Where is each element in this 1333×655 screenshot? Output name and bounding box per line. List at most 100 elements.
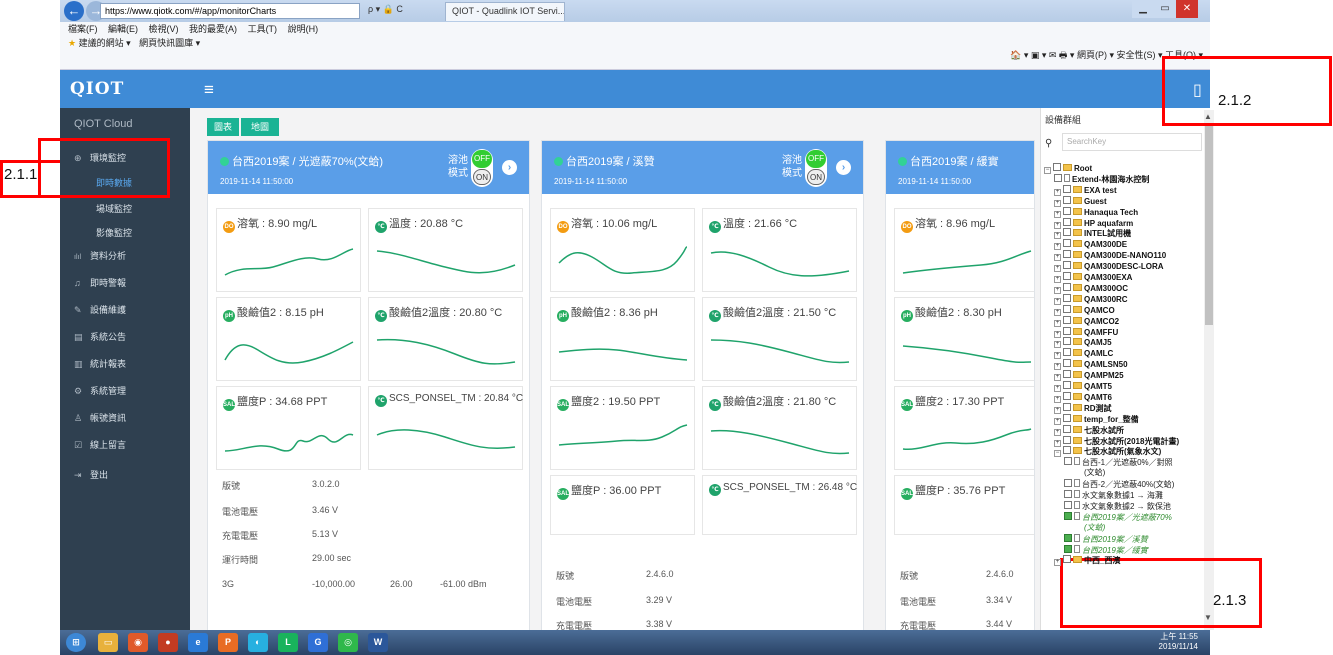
sidebar-item-video-monitor[interactable]: 影像監控	[96, 226, 132, 239]
map-view-button[interactable]: 地圖	[241, 118, 279, 136]
tree-node[interactable]: (文蛤)	[1084, 523, 1105, 533]
chart-view-button[interactable]: 圖表	[207, 118, 239, 136]
menu-help[interactable]: 說明(H)	[288, 24, 319, 34]
tree-node[interactable]: 水文氣象數據2 → 飲保池	[1064, 500, 1171, 512]
checkbox[interactable]	[1063, 424, 1071, 433]
tree-node[interactable]: + 七股水試所	[1054, 424, 1124, 436]
sidebar-item-system[interactable]: ⚙ 系統管理	[74, 382, 184, 400]
tree-node[interactable]: 台西-1／光遮蔽0%／對照	[1064, 457, 1173, 468]
tree-node[interactable]: + QAM300DE-NANO110	[1054, 250, 1166, 262]
next-arrow-icon[interactable]: ›	[502, 160, 517, 175]
expand-icon[interactable]: +	[1054, 559, 1061, 567]
checkbox[interactable]	[1063, 304, 1071, 313]
checkbox[interactable]	[1063, 326, 1071, 335]
checkbox[interactable]	[1063, 555, 1071, 564]
tree-node[interactable]: + INTEL試用機	[1054, 228, 1131, 240]
app-icon[interactable]: G	[308, 633, 328, 652]
address-bar[interactable]: https://www.qiotk.com/#/app/monitorChart…	[100, 3, 360, 19]
tree-node[interactable]: Extend-林園海水控制	[1054, 173, 1149, 185]
fav-gallery[interactable]: 網頁快訊圖庫 ▾	[139, 38, 200, 48]
menu-edit[interactable]: 編輯(E)	[108, 24, 138, 34]
word-icon[interactable]: W	[368, 633, 388, 652]
sidebar-item-field-monitor[interactable]: 場域監控	[96, 202, 132, 215]
tree-node[interactable]: + HP aquafarm	[1054, 217, 1133, 229]
expand-icon[interactable]: −	[1054, 450, 1061, 458]
tree-node[interactable]: (文蛤)	[1084, 468, 1105, 478]
tree-node[interactable]: + QAM300DESC-LORA	[1054, 261, 1164, 273]
tree-node[interactable]: + QAM300RC	[1054, 293, 1128, 305]
expand-icon[interactable]: −	[1044, 167, 1051, 174]
card-title[interactable]: 台西2019案 / 光遮蔽70%(文蛤)	[220, 153, 383, 169]
folder-icon[interactable]: ▭	[98, 633, 118, 652]
clock[interactable]: 上午 11:55 2019/11/14	[1159, 632, 1198, 652]
checkbox[interactable]	[1063, 228, 1071, 237]
tree-node[interactable]: + QAMT6	[1054, 391, 1112, 403]
sidebar-item-alerts[interactable]: ♫ 即時警報	[74, 274, 184, 292]
checkbox[interactable]	[1063, 261, 1071, 270]
ie-icon[interactable]: e	[188, 633, 208, 652]
browser-tab[interactable]: QIOT - Quadlink IOT Servi...	[445, 2, 565, 21]
checkbox[interactable]	[1063, 250, 1071, 259]
fav-suggested[interactable]: 建議的網站 ▾	[79, 38, 131, 48]
maximize-icon[interactable]: ▭	[1154, 0, 1176, 18]
checkbox[interactable]	[1063, 348, 1071, 357]
line-icon[interactable]: L	[278, 633, 298, 652]
search-input[interactable]: SearchKey	[1062, 133, 1202, 151]
start-icon[interactable]: ⊞	[66, 633, 86, 652]
checkbox[interactable]	[1063, 195, 1071, 204]
app-icon[interactable]: ◐	[248, 633, 268, 652]
tree-node[interactable]: + QAMLSN50	[1054, 359, 1128, 371]
tree-node[interactable]: + QAM300EXA	[1054, 272, 1132, 283]
checkbox[interactable]	[1063, 391, 1071, 400]
tree-node[interactable]: + RD測試	[1054, 402, 1112, 414]
menu-view[interactable]: 檢視(V)	[149, 24, 179, 34]
sidebar-item-announcements[interactable]: ▤ 系統公告	[74, 328, 184, 346]
checkbox[interactable]	[1064, 544, 1072, 553]
tree-node[interactable]: 台西2019案／緩實	[1064, 544, 1148, 556]
app-icon[interactable]: ●	[158, 633, 178, 652]
tree-node[interactable]: 台西2019案／光遮蔽70%	[1064, 511, 1172, 523]
sidebar-item-analysis[interactable]: ılıl 資料分析	[74, 247, 184, 265]
office-icon[interactable]: P	[218, 633, 238, 652]
tree-node[interactable]: + QAMCO2	[1054, 315, 1119, 327]
minimize-icon[interactable]: ▁	[1132, 0, 1154, 18]
app-logo[interactable]: QIOT	[70, 79, 124, 99]
checkbox[interactable]	[1063, 370, 1071, 379]
hamburger-icon[interactable]: ≡	[204, 80, 214, 100]
tree-node[interactable]: 水文氣象數據1 → 海灘	[1064, 490, 1163, 501]
checkbox[interactable]	[1063, 402, 1071, 411]
checkbox[interactable]	[1063, 337, 1071, 346]
tree-node[interactable]: + QAMLC	[1054, 348, 1113, 360]
checkbox[interactable]	[1063, 184, 1071, 193]
checkbox[interactable]	[1053, 163, 1061, 171]
wechat-icon[interactable]: ◎	[338, 633, 358, 652]
address-icons[interactable]: ρ ▾ 🔒 C	[368, 4, 403, 15]
checkbox[interactable]	[1063, 239, 1071, 248]
tree-node[interactable]: + 中西_西濱	[1054, 555, 1120, 567]
checkbox[interactable]	[1063, 435, 1071, 444]
checkbox[interactable]	[1064, 511, 1072, 520]
favorites-star-icon[interactable]: ★	[68, 38, 76, 48]
menu-tools[interactable]: 工具(T)	[248, 24, 278, 34]
close-icon[interactable]: ✕	[1176, 0, 1198, 18]
tree-node[interactable]: + temp_for_整備	[1054, 413, 1139, 425]
checkbox[interactable]	[1063, 293, 1071, 302]
tree-node[interactable]: + Hanaqua Tech	[1054, 206, 1138, 218]
tree-node[interactable]: + QAM300DE	[1054, 239, 1127, 251]
checkbox[interactable]	[1063, 381, 1071, 389]
checkbox[interactable]	[1063, 413, 1071, 422]
sidebar-item-reports[interactable]: ▥ 統計報表	[74, 355, 184, 373]
checkbox[interactable]	[1063, 315, 1071, 324]
checkbox[interactable]	[1063, 217, 1071, 226]
pond-mode-toggle[interactable]: OFF ON	[471, 149, 493, 187]
tree-node[interactable]: + QAMCO	[1054, 304, 1115, 316]
checkbox[interactable]	[1063, 206, 1071, 215]
tree-node[interactable]: + QAMJ5	[1054, 337, 1112, 349]
tree-node[interactable]: 台西-2／光遮蔽40%(文蛤)	[1064, 479, 1174, 490]
scrollbar-thumb[interactable]	[1205, 125, 1213, 325]
tree-node[interactable]: + QAMPM25	[1054, 370, 1124, 382]
checkbox[interactable]	[1063, 359, 1071, 368]
tree-node[interactable]: + 七股水試所(2018光電計畫)	[1054, 435, 1179, 447]
checkbox[interactable]	[1064, 533, 1072, 542]
card-title[interactable]: 台西2019案 / 緩實	[898, 153, 999, 169]
